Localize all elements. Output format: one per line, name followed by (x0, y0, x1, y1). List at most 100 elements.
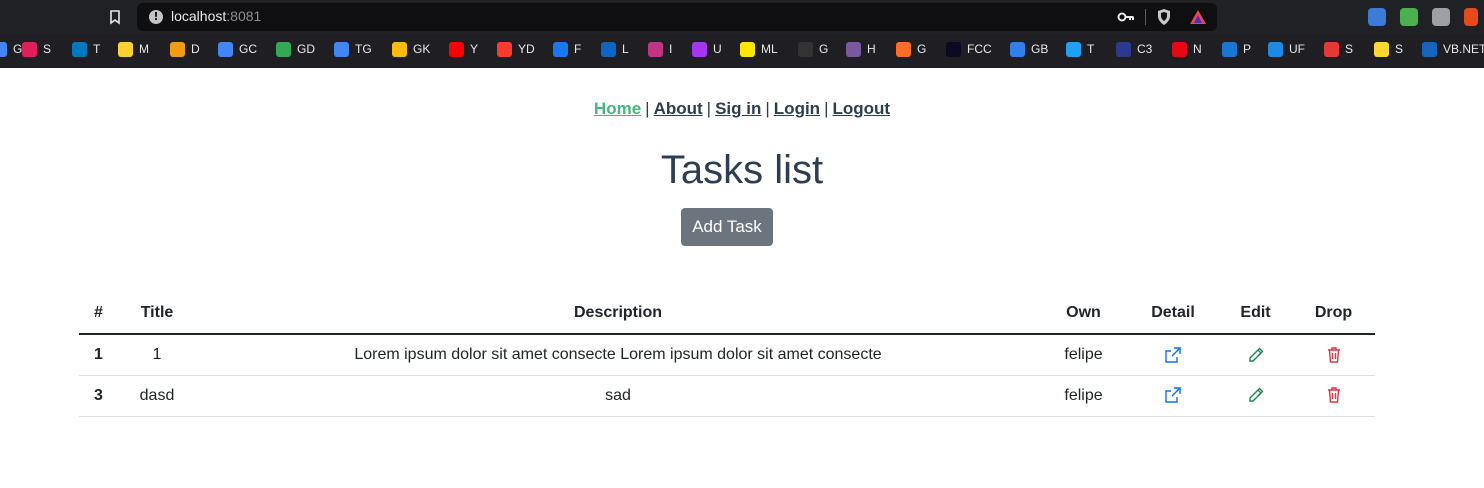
extension-android-icon[interactable] (1400, 8, 1418, 26)
column-header-title: Title (118, 293, 196, 335)
bookmark-label: I (669, 42, 673, 56)
table-header-row: # Title Description Own Detail Edit Drop (79, 293, 1375, 335)
gitlab-icon (896, 41, 911, 57)
drop-cell (1292, 334, 1375, 376)
drive-folder-icon (170, 41, 185, 57)
heroku-icon (846, 41, 861, 57)
extension-face-icon[interactable] (1368, 8, 1386, 26)
bookmark-label: GB (1031, 42, 1049, 56)
nav-home-link[interactable]: Home (594, 99, 641, 118)
edit-cell (1219, 334, 1292, 376)
bookmark-item[interactable]: N (1172, 41, 1202, 57)
bookmark-page-icon[interactable] (106, 8, 124, 26)
address-bar[interactable]: ! localhost:8081 (137, 3, 1217, 31)
bookmark-item[interactable]: T (72, 41, 100, 57)
pencil-icon[interactable] (1247, 386, 1265, 404)
bookmark-label: TG (355, 42, 372, 56)
netflix-icon (1172, 41, 1187, 57)
bookmark-item[interactable]: YD (497, 41, 535, 57)
bookmark-label: GK (413, 42, 431, 56)
bookmark-item[interactable]: GD (276, 41, 315, 57)
bookmark-item[interactable]: S (1374, 41, 1403, 57)
edit-cell (1219, 375, 1292, 417)
pencil-icon[interactable] (1247, 346, 1265, 364)
bookmark-item[interactable]: G (0, 41, 22, 57)
trash-icon[interactable] (1325, 346, 1343, 364)
external-link-icon[interactable] (1164, 346, 1182, 364)
task-owner-cell: felipe (1040, 375, 1127, 417)
pac-icon (1374, 41, 1389, 57)
external-link-icon[interactable] (1164, 386, 1182, 404)
bookmark-label: YD (518, 42, 535, 56)
brave-rewards-icon[interactable] (1189, 9, 1207, 25)
main-nav: Home | About | Sig in | Login | Logout (0, 99, 1484, 119)
nav-logout-link[interactable]: Logout (832, 99, 890, 118)
table-row: 3 dasd sad felipe (79, 375, 1375, 417)
bookmark-item[interactable]: G (798, 41, 828, 57)
bookmark-label: S (1345, 42, 1354, 56)
bookmark-item[interactable]: S (1324, 41, 1353, 57)
bookmark-item[interactable]: S (22, 41, 51, 57)
bookmark-item[interactable]: H (846, 41, 876, 57)
s-icon (1324, 41, 1339, 57)
bookmark-label: H (867, 42, 876, 56)
brave-shields-icon[interactable] (1155, 8, 1173, 26)
site-info-icon[interactable]: ! (149, 10, 163, 24)
bookmark-item[interactable]: C3 (1116, 41, 1152, 57)
bookmark-item[interactable]: P (1222, 41, 1251, 57)
miro-icon (118, 41, 133, 57)
trash-icon[interactable] (1325, 386, 1343, 404)
bookmark-item[interactable]: L (601, 41, 629, 57)
vbnet-icon (1422, 41, 1437, 57)
nav-login-link[interactable]: Login (774, 99, 820, 118)
bookmark-item[interactable]: GB (1010, 41, 1048, 57)
bookmark-label: G (13, 42, 23, 56)
bookmark-item[interactable]: Y (449, 41, 478, 57)
github-icon (798, 41, 813, 57)
bookmark-label: F (574, 42, 582, 56)
extension-camera-icon[interactable] (1432, 8, 1450, 26)
url-text[interactable]: localhost:8081 (171, 8, 261, 24)
bookmark-label: G (917, 42, 927, 56)
facebook-icon (553, 41, 568, 57)
bookmark-item[interactable]: ML (740, 41, 778, 57)
bookmark-label: P (1243, 42, 1252, 56)
bookmark-item[interactable]: GC (218, 41, 257, 57)
uf-icon (1268, 41, 1283, 57)
bookmark-item[interactable]: FCC (946, 41, 992, 57)
column-header-drop: Drop (1292, 293, 1375, 335)
bookmark-item[interactable]: UF (1268, 41, 1305, 57)
bookmark-item[interactable]: D (170, 41, 200, 57)
extension-flag-icon[interactable] (1464, 8, 1478, 26)
bookmark-item[interactable]: U (692, 41, 722, 57)
bookmark-item[interactable]: TG (334, 41, 372, 57)
bookmark-label: M (139, 42, 149, 56)
add-task-button[interactable]: Add Task (681, 208, 773, 246)
nav-signin-link[interactable]: Sig in (715, 99, 761, 118)
bookmark-item[interactable]: T (1066, 41, 1094, 57)
google-translate-icon (334, 41, 349, 57)
google-drive-icon (276, 41, 291, 57)
key-icon[interactable] (1117, 10, 1135, 24)
column-header-description: Description (196, 293, 1040, 335)
bookmark-item[interactable]: M (118, 41, 149, 57)
bookmark-label: VB.NET (1443, 42, 1484, 56)
google-calendar-icon (218, 41, 233, 57)
udemy-icon (692, 41, 707, 57)
bookmark-label: G (819, 42, 829, 56)
bookmark-item[interactable]: F (553, 41, 581, 57)
bookmark-label: GC (239, 42, 257, 56)
nav-separator: | (824, 99, 829, 118)
gb-icon (1010, 41, 1025, 57)
bookmark-item[interactable]: GK (392, 41, 430, 57)
bookmark-item[interactable]: I (648, 41, 672, 57)
bookmark-item[interactable]: G (896, 41, 926, 57)
bookmark-item[interactable]: VB.NET (1422, 41, 1484, 57)
bookmarks-bar: G S T M D GC GD TG GK Y YD F L I U ML G H G FCC GB T C3 N P UF S S V… (0, 34, 1484, 64)
browser-chrome: ! localhost:8081 G S T M D GC GD TG GK Y YD F L I U ML G… (0, 0, 1484, 68)
bookmark-label: GD (297, 42, 315, 56)
c3-icon (1116, 41, 1131, 57)
bookmark-label: T (93, 42, 101, 56)
task-description-cell: sad (196, 375, 1040, 417)
nav-about-link[interactable]: About (654, 99, 703, 118)
